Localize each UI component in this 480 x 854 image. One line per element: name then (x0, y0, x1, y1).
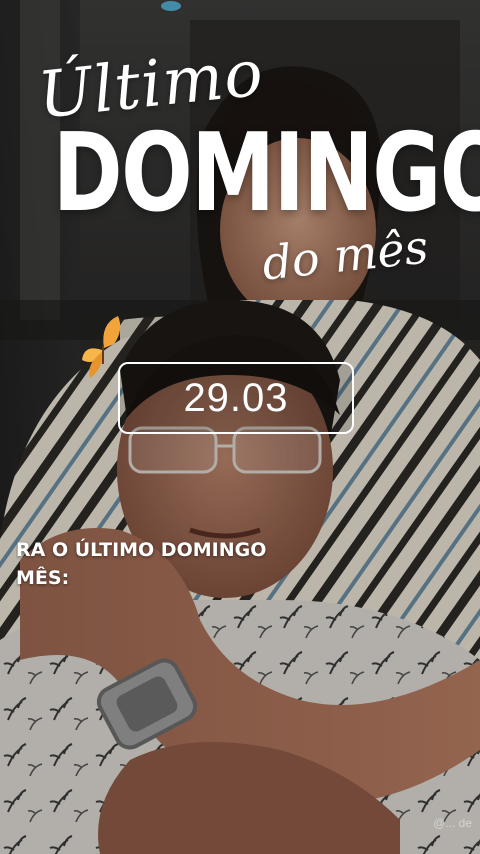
background-photo (0, 0, 480, 854)
story-frame: Último DOMINGO do mês 29.03 RA O ÚLTIMO … (0, 0, 480, 854)
